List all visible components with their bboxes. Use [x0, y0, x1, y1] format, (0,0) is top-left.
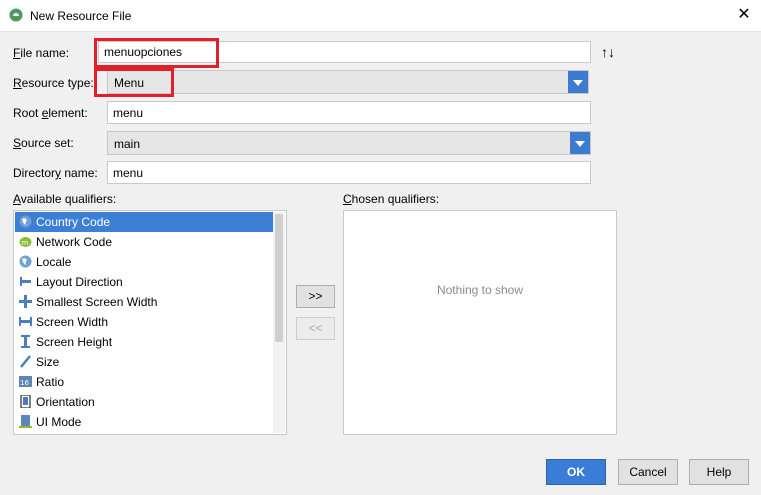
help-button[interactable]: Help — [689, 459, 749, 485]
qualifier-label: Network Code — [36, 235, 113, 249]
qualifier-label: Locale — [36, 255, 72, 269]
qualifier-list-item[interactable]: Country Code — [15, 212, 273, 232]
qualifier-label: Layout Direction — [36, 275, 123, 289]
close-icon[interactable]: ✕ — [733, 4, 755, 26]
title-bar: New Resource File ✕ — [0, 0, 761, 32]
qualifier-label: Screen Height — [36, 335, 113, 349]
directory-name-input[interactable] — [107, 161, 591, 184]
root-element-label: Root element: — [13, 106, 88, 120]
file-name-label: File name: — [13, 46, 70, 60]
chosen-qualifiers-label: Chosen qualifiers: — [343, 192, 440, 206]
qualifier-label: Country Code — [36, 215, 111, 229]
qualifier-label: Ratio — [36, 375, 65, 389]
sort-icon[interactable]: ↑↓ — [601, 44, 615, 60]
qualifier-label: UI Mode — [36, 415, 82, 429]
source-set-value: main — [114, 137, 141, 151]
smallest-width-icon — [19, 295, 32, 308]
resource-type-select[interactable]: Menu — [107, 70, 589, 94]
available-qualifiers-list[interactable]: UI Mode Orientation 16 Ratio Size Screen Heig… — [13, 210, 287, 435]
svg-text:16: 16 — [20, 379, 29, 387]
file-name-input[interactable] — [98, 41, 591, 63]
add-qualifier-button[interactable]: >> — [296, 285, 335, 308]
ok-button[interactable]: OK — [546, 459, 606, 485]
qualifier-label: Orientation — [36, 395, 95, 409]
resource-type-value: Menu — [114, 76, 145, 90]
scrollbar-thumb[interactable] — [275, 214, 283, 342]
empty-state-text: Nothing to show — [436, 283, 524, 297]
network-icon: m — [19, 237, 32, 247]
size-icon — [20, 355, 31, 368]
chevron-down-icon[interactable] — [570, 132, 590, 154]
available-qualifiers-label: Available qualifiers: — [13, 192, 117, 206]
qualifier-list-item[interactable]: Locale — [15, 252, 273, 272]
qualifier-list-item[interactable]: Screen Height — [15, 332, 273, 352]
chosen-qualifiers-list[interactable]: Nothing to show — [343, 210, 617, 435]
ratio-icon: 16 — [19, 376, 32, 387]
resource-type-label: Resource type: — [13, 76, 94, 90]
screen-width-icon — [19, 317, 32, 326]
source-set-select[interactable]: main — [107, 131, 591, 155]
globe-icon — [19, 215, 32, 228]
orientation-icon — [20, 395, 31, 408]
qualifier-list-item[interactable]: Layout Direction — [15, 272, 273, 292]
cancel-button[interactable]: Cancel — [618, 459, 678, 485]
qualifier-list-item[interactable]: Smallest Screen Width — [15, 292, 273, 312]
qualifier-list-item[interactable]: Screen Width — [15, 312, 273, 332]
ui-mode-icon — [19, 415, 32, 428]
qualifier-list-item[interactable]: 16 Ratio — [15, 372, 273, 392]
qualifier-label: Smallest Screen Width — [36, 295, 158, 309]
directory-name-label: Directory name: — [13, 166, 98, 180]
qualifier-label: Size — [36, 355, 60, 369]
source-set-label: Source set: — [13, 136, 74, 150]
qualifier-list-item[interactable]: UI Mode — [15, 412, 273, 432]
qualifier-label: Screen Width — [36, 315, 109, 329]
svg-text:m: m — [22, 239, 29, 247]
root-element-input[interactable] — [107, 101, 591, 124]
qualifier-list-item[interactable]: Size — [15, 352, 273, 372]
qualifier-list-item[interactable]: m Network Code — [15, 232, 273, 252]
screen-height-icon — [21, 335, 30, 348]
window-title: New Resource File — [30, 9, 132, 23]
chevron-down-icon[interactable] — [568, 71, 588, 93]
layout-direction-icon — [20, 277, 31, 286]
globe-icon — [19, 255, 32, 268]
android-studio-icon — [9, 8, 23, 22]
remove-qualifier-button[interactable]: << — [296, 317, 335, 340]
qualifier-list-item[interactable]: Orientation — [15, 392, 273, 412]
